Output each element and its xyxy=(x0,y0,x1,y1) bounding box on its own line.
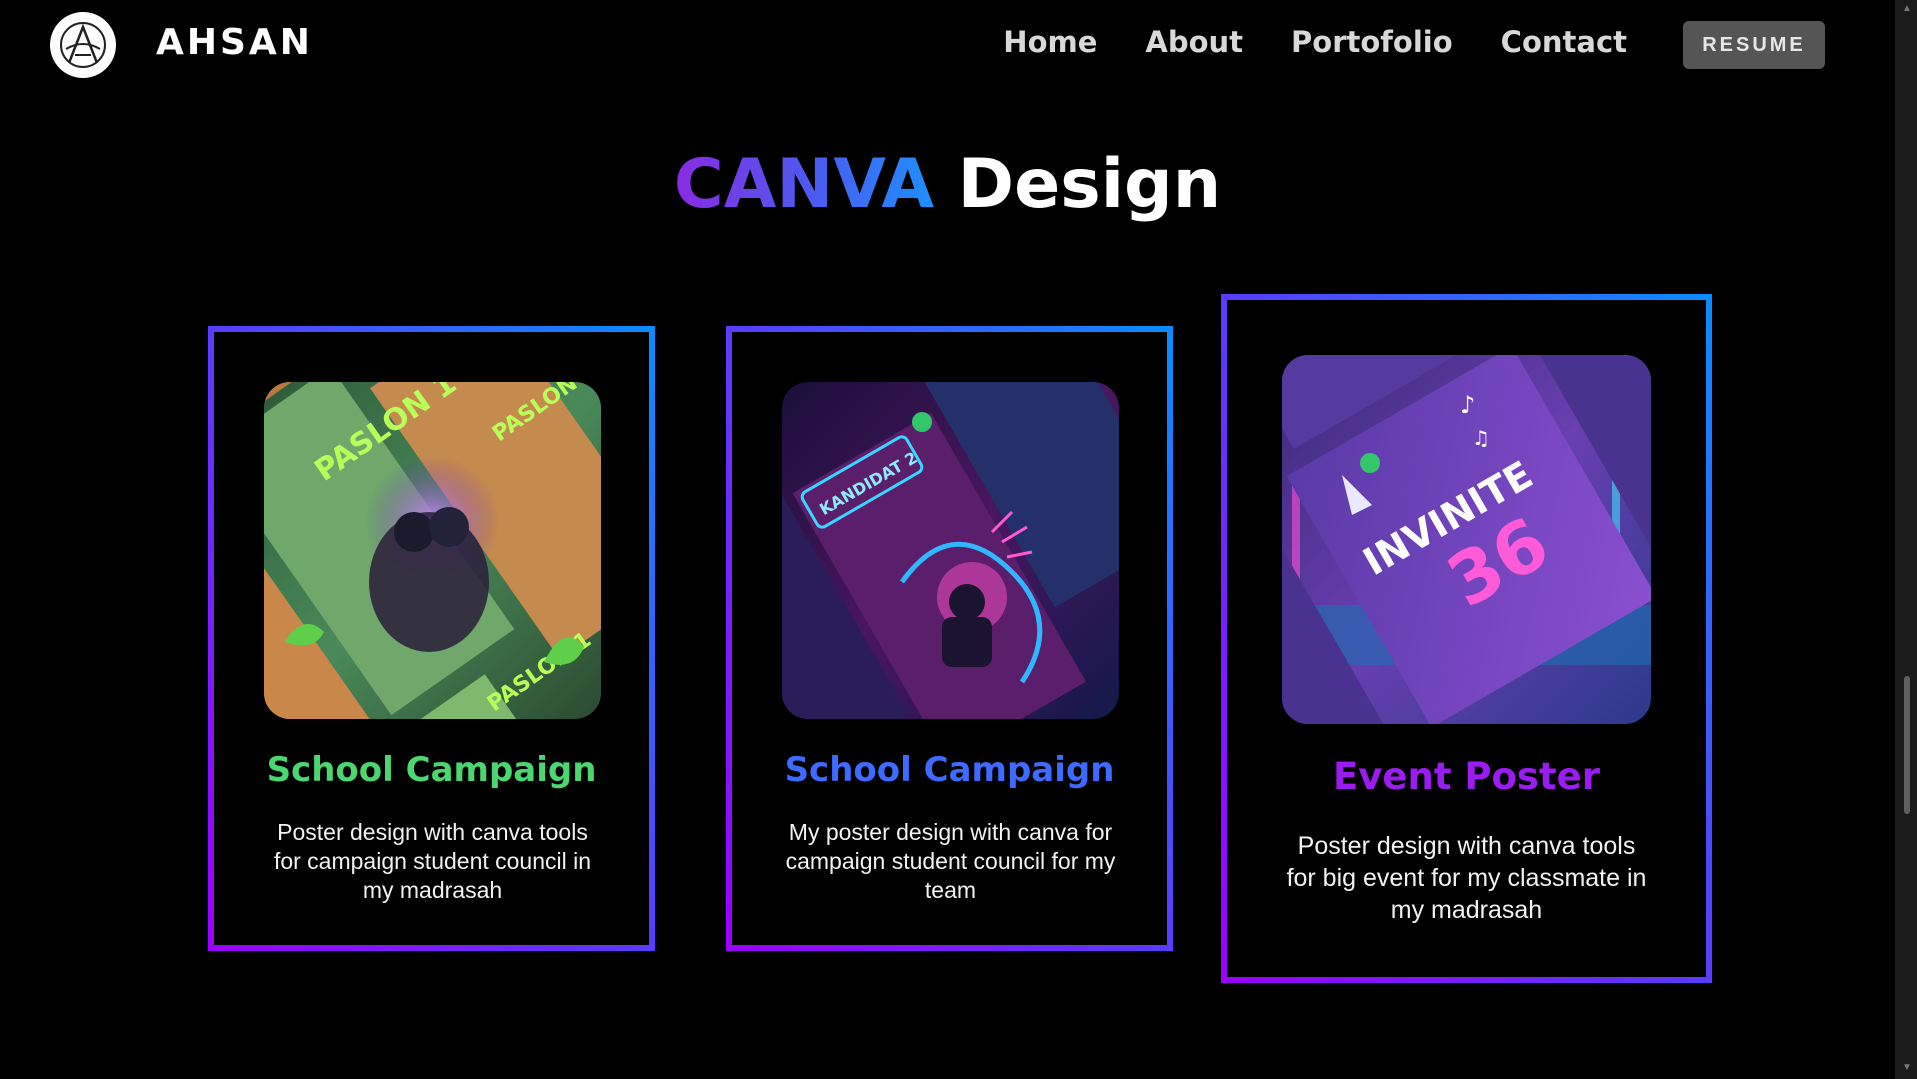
card-image-2[interactable]: KANDIDAT 2 xyxy=(782,382,1119,719)
card-description-3: Poster design with canva tools for big e… xyxy=(1286,832,1647,924)
scrollbar-thumb[interactable] xyxy=(1904,676,1910,814)
poster-collage-image: PASLON 1 PASLON 1 PASLON 1 xyxy=(264,382,601,719)
logo[interactable] xyxy=(50,12,116,78)
brand-name[interactable]: AHSAN xyxy=(156,22,313,63)
section-title-accent: CANVA xyxy=(673,145,934,224)
design-card-2[interactable]: KANDIDAT 2 School Campaign My poster des… xyxy=(726,326,1173,951)
card-image-3[interactable]: INVINITE 36 ♪ ♫ xyxy=(1282,355,1651,724)
card-title-1: School Campaign xyxy=(266,750,597,790)
navbar: AHSAN Home About Portofolio Contact RESU… xyxy=(0,0,1895,90)
nav-links: Home About Portofolio Contact xyxy=(1003,25,1627,59)
card-title-3: Event Poster xyxy=(1333,755,1600,798)
portfolio-page: AHSAN Home About Portofolio Contact RESU… xyxy=(0,0,1917,1079)
design-card-1[interactable]: PASLON 1 PASLON 1 PASLON 1 School Campai… xyxy=(208,326,655,951)
card-description-1: Poster design with canva tools for campa… xyxy=(273,819,592,903)
nav-about[interactable]: About xyxy=(1145,25,1243,59)
card-image-1[interactable]: PASLON 1 PASLON 1 PASLON 1 xyxy=(264,382,601,719)
design-card-3[interactable]: INVINITE 36 ♪ ♫ Event Poster Poster desi… xyxy=(1221,294,1712,983)
svg-text:♫: ♫ xyxy=(1472,426,1490,450)
nav-home[interactable]: Home xyxy=(1003,25,1097,59)
svg-text:♪: ♪ xyxy=(1460,391,1475,419)
resume-button[interactable]: RESUME xyxy=(1683,21,1825,69)
scrollbar[interactable] xyxy=(1895,0,1917,1079)
scroll-up-icon[interactable]: ▲ xyxy=(1900,3,1914,17)
nav-contact[interactable]: Contact xyxy=(1501,25,1627,59)
scroll-down-icon[interactable]: ▼ xyxy=(1900,1062,1914,1076)
nav-portofolio[interactable]: Portofolio xyxy=(1291,25,1453,59)
poster-collage-image: KANDIDAT 2 xyxy=(782,382,1119,719)
section-title-rest: Design xyxy=(957,145,1222,224)
card-description-2: My poster design with canva for campaign… xyxy=(785,819,1116,903)
section-title: CANVA Design xyxy=(0,145,1895,224)
card-title-2: School Campaign xyxy=(784,750,1115,790)
logo-icon xyxy=(60,22,106,68)
poster-collage-image: INVINITE 36 ♪ ♫ xyxy=(1282,355,1651,724)
